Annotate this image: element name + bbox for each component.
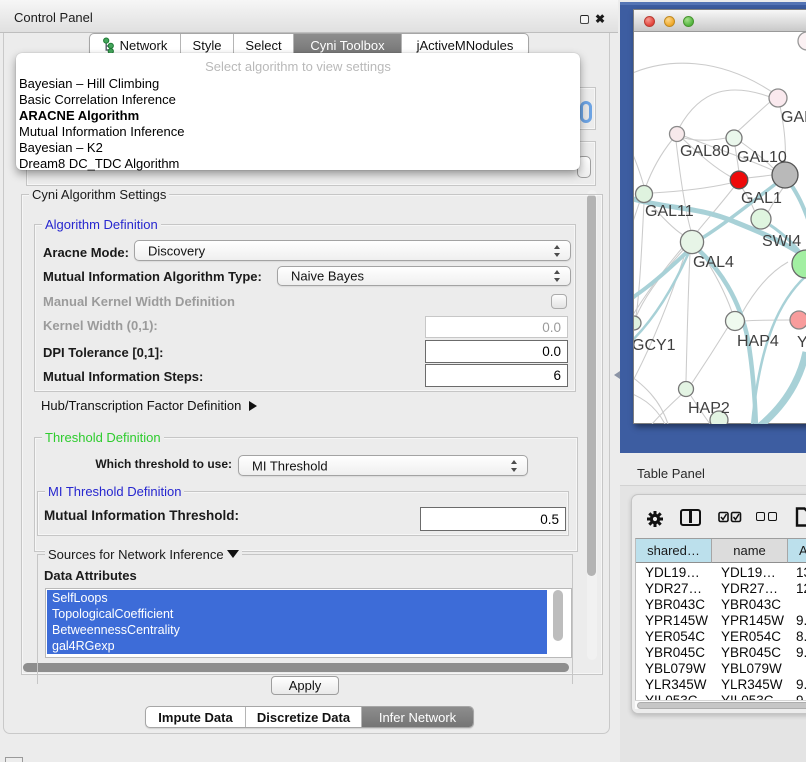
svg-text:HAP4: HAP4 [737, 333, 779, 350]
svg-text:YEL0: YEL0 [797, 334, 806, 351]
svg-text:GAL10: GAL10 [737, 149, 787, 166]
svg-text:GAL1: GAL1 [741, 190, 782, 207]
svg-text:HAP2: HAP2 [688, 400, 730, 417]
svg-text:GAL80: GAL80 [680, 143, 730, 160]
svg-text:SWI4: SWI4 [762, 233, 801, 250]
svg-text:GAL4: GAL4 [693, 254, 734, 271]
svg-text:GAL11: GAL11 [645, 203, 694, 220]
svg-text:GAL7: GAL7 [781, 109, 806, 126]
svg-text:GCY1: GCY1 [634, 337, 676, 354]
